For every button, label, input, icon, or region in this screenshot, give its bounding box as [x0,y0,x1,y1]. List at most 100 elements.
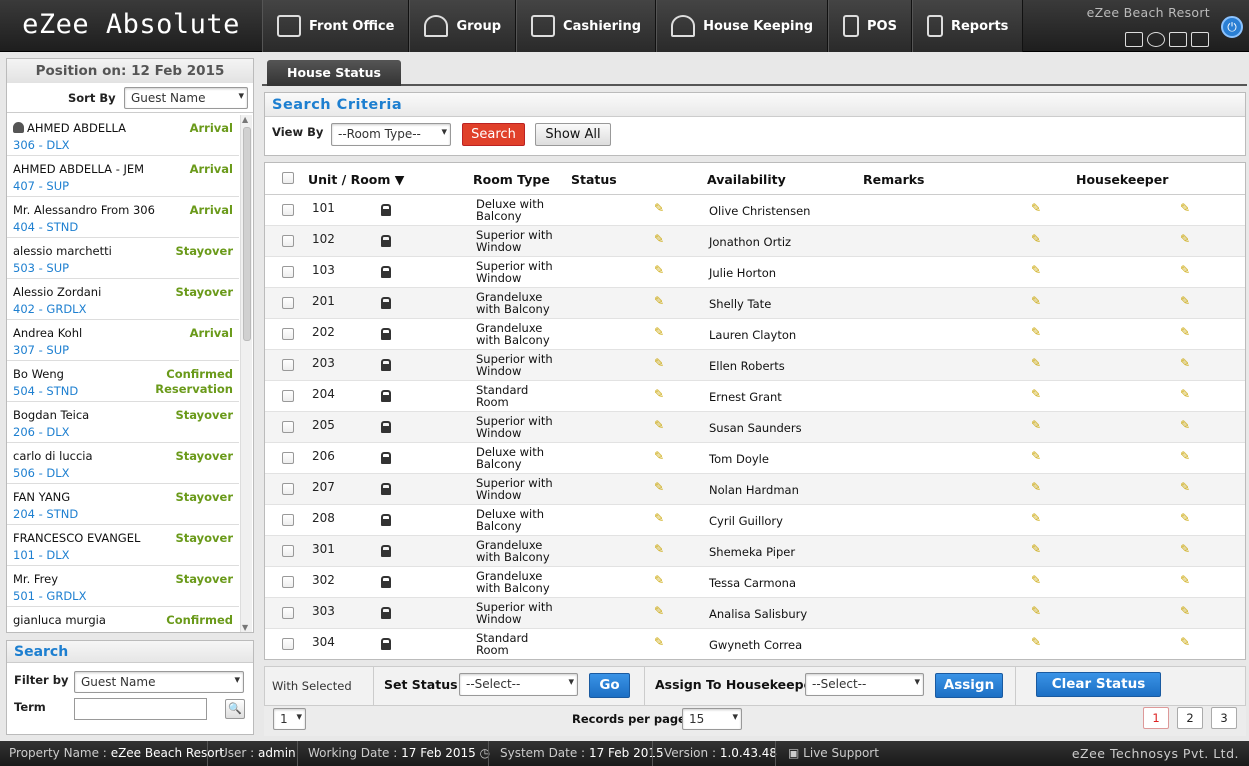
nav-house-keeping[interactable]: House Keeping [656,0,829,52]
guest-item[interactable]: Bo Weng 504 - STND Confirmed Reservation [7,361,239,402]
grid-icon[interactable] [1191,32,1209,47]
guest-item[interactable]: Bogdan Teica 206 - DLX Stayover [7,402,239,443]
nav-group[interactable]: Group [409,0,517,52]
dashboard-icon[interactable] [1169,32,1187,47]
edit-status-icon[interactable]: ✎ [654,387,664,401]
row-checkbox[interactable] [282,483,294,495]
row-checkbox[interactable] [282,235,294,247]
edit-housekeeper-icon[interactable]: ✎ [1180,480,1190,494]
edit-remarks-icon[interactable]: ✎ [1031,356,1041,370]
edit-status-icon[interactable]: ✎ [654,511,664,525]
bed-icon[interactable] [1125,32,1143,47]
edit-remarks-icon[interactable]: ✎ [1031,201,1041,215]
scroll-down-icon[interactable]: ▼ [242,623,248,632]
row-checkbox[interactable] [282,576,294,588]
edit-status-icon[interactable]: ✎ [654,635,664,649]
row-checkbox[interactable] [282,607,294,619]
edit-housekeeper-icon[interactable]: ✎ [1180,294,1190,308]
edit-housekeeper-icon[interactable]: ✎ [1180,604,1190,618]
row-checkbox[interactable] [282,328,294,340]
edit-remarks-icon[interactable]: ✎ [1031,294,1041,308]
nav-cashiering[interactable]: Cashiering [516,0,657,52]
records-per-page-select[interactable]: 15 [682,708,742,730]
edit-housekeeper-icon[interactable]: ✎ [1180,418,1190,432]
eye-icon[interactable] [1147,32,1165,47]
edit-status-icon[interactable]: ✎ [654,232,664,246]
clear-status-button[interactable]: Clear Status [1036,672,1161,697]
header-unit-room[interactable]: Unit / Room ▼ [308,172,404,187]
guest-item[interactable]: Andrea Kohl 307 - SUP Arrival [7,320,239,361]
edit-remarks-icon[interactable]: ✎ [1031,511,1041,525]
edit-remarks-icon[interactable]: ✎ [1031,573,1041,587]
edit-remarks-icon[interactable]: ✎ [1031,263,1041,277]
guest-item[interactable]: Mr. Frey 501 - GRDLX Stayover [7,566,239,607]
page-3[interactable]: 3 [1211,707,1237,729]
edit-status-icon[interactable]: ✎ [654,201,664,215]
filter-select[interactable]: Guest Name [74,671,244,693]
edit-remarks-icon[interactable]: ✎ [1031,604,1041,618]
row-checkbox[interactable] [282,359,294,371]
term-input[interactable] [74,698,207,720]
edit-housekeeper-icon[interactable]: ✎ [1180,201,1190,215]
nav-reports[interactable]: Reports [911,0,1024,52]
housekeeper-select[interactable]: --Select-- [805,673,924,696]
edit-remarks-icon[interactable]: ✎ [1031,480,1041,494]
guest-item[interactable]: FRANCESCO EVANGEL 101 - DLX Stayover [7,525,239,566]
edit-remarks-icon[interactable]: ✎ [1031,635,1041,649]
guest-item[interactable]: AHMED ABDELLA - JEM 407 - SUP Arrival [7,156,239,197]
edit-housekeeper-icon[interactable]: ✎ [1180,449,1190,463]
row-checkbox[interactable] [282,452,294,464]
guest-item[interactable]: AHMED ABDELLA 306 - DLX Arrival [7,115,239,156]
row-checkbox[interactable] [282,545,294,557]
row-checkbox[interactable] [282,514,294,526]
row-checkbox[interactable] [282,390,294,402]
page-1[interactable]: 1 [1143,707,1169,729]
guest-item[interactable]: Alessio Zordani 402 - GRDLX Stayover [7,279,239,320]
select-all-checkbox[interactable] [282,172,294,184]
power-icon[interactable]: ⏻ [1221,16,1243,38]
edit-status-icon[interactable]: ✎ [654,263,664,277]
row-checkbox[interactable] [282,421,294,433]
edit-housekeeper-icon[interactable]: ✎ [1180,635,1190,649]
edit-remarks-icon[interactable]: ✎ [1031,542,1041,556]
row-checkbox[interactable] [282,204,294,216]
edit-housekeeper-icon[interactable]: ✎ [1180,511,1190,525]
show-all-button[interactable]: Show All [535,123,611,146]
live-support-link[interactable]: ▣ Live Support [788,746,879,760]
edit-remarks-icon[interactable]: ✎ [1031,418,1041,432]
edit-status-icon[interactable]: ✎ [654,294,664,308]
guest-item[interactable]: FAN YANG 204 - STND Stayover [7,484,239,525]
edit-status-icon[interactable]: ✎ [654,449,664,463]
scroll-thumb[interactable] [243,127,251,341]
guest-item[interactable]: carlo di luccia 506 - DLX Stayover [7,443,239,484]
edit-housekeeper-icon[interactable]: ✎ [1180,542,1190,556]
edit-housekeeper-icon[interactable]: ✎ [1180,387,1190,401]
search-icon[interactable]: 🔍 [225,699,245,719]
nav-front-office[interactable]: Front Office [262,0,410,52]
edit-housekeeper-icon[interactable]: ✎ [1180,573,1190,587]
guest-item[interactable]: gianluca murgia Confirmed [7,607,239,632]
edit-housekeeper-icon[interactable]: ✎ [1180,325,1190,339]
edit-housekeeper-icon[interactable]: ✎ [1180,263,1190,277]
edit-status-icon[interactable]: ✎ [654,542,664,556]
row-checkbox[interactable] [282,266,294,278]
row-checkbox[interactable] [282,297,294,309]
guest-list-scrollbar[interactable]: ▲ ▼ [240,115,252,632]
edit-status-icon[interactable]: ✎ [654,573,664,587]
edit-remarks-icon[interactable]: ✎ [1031,449,1041,463]
edit-housekeeper-icon[interactable]: ✎ [1180,356,1190,370]
tab-house-status[interactable]: House Status [267,60,401,86]
edit-remarks-icon[interactable]: ✎ [1031,232,1041,246]
edit-status-icon[interactable]: ✎ [654,418,664,432]
page-select[interactable]: 1 [273,708,306,730]
row-checkbox[interactable] [282,638,294,650]
assign-button[interactable]: Assign [935,673,1003,698]
nav-pos[interactable]: POS [828,0,912,52]
go-button[interactable]: Go [589,673,630,698]
page-2[interactable]: 2 [1177,707,1203,729]
guest-item[interactable]: alessio marchetti 503 - SUP Stayover [7,238,239,279]
scroll-up-icon[interactable]: ▲ [242,115,248,124]
guest-item[interactable]: Mr. Alessandro From 306 404 - STND Arrival [7,197,239,238]
edit-remarks-icon[interactable]: ✎ [1031,387,1041,401]
edit-status-icon[interactable]: ✎ [654,356,664,370]
